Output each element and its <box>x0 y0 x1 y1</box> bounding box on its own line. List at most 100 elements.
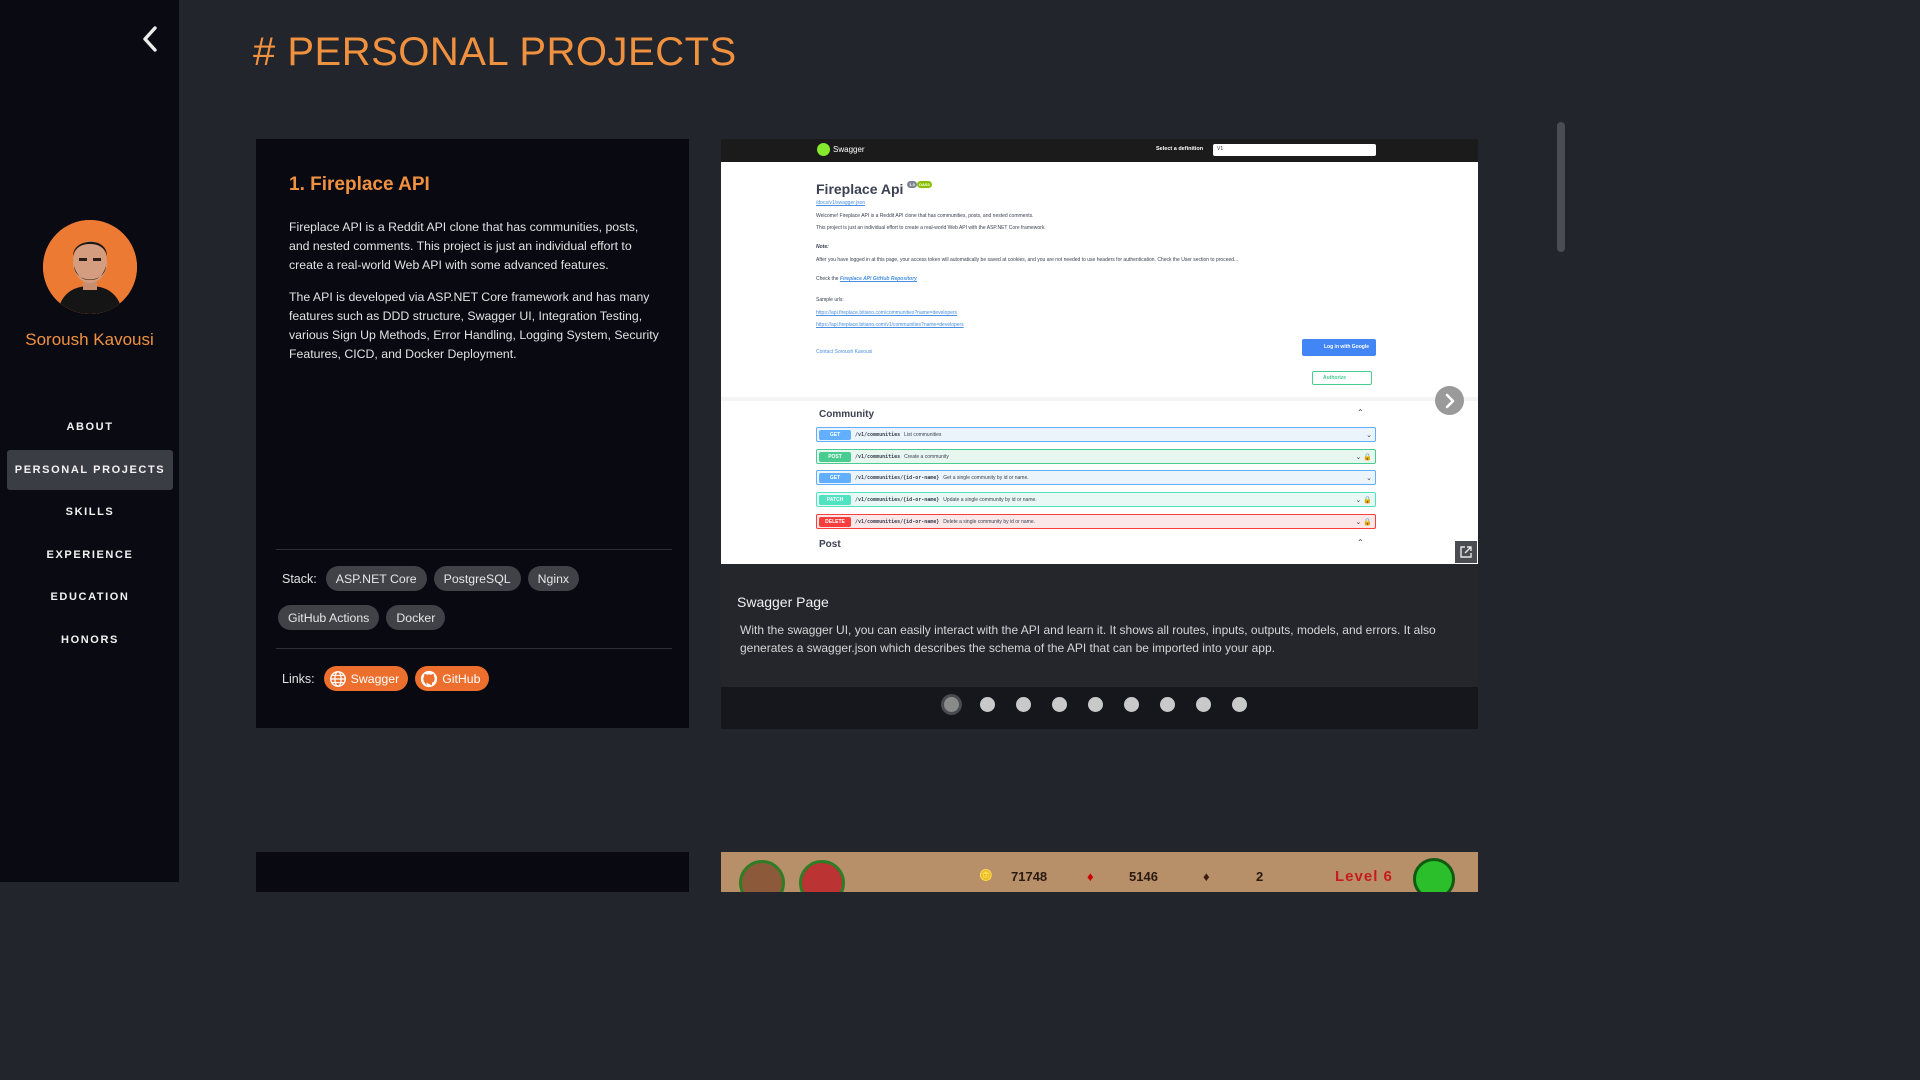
carousel-dot[interactable] <box>944 697 959 712</box>
stack-list: Stack: ASP.NET Core PostgreSQL Nginx Git… <box>278 566 678 644</box>
carousel-dot[interactable] <box>1124 697 1139 712</box>
op-method: POST <box>819 451 851 462</box>
op-method: GET <box>819 429 851 440</box>
op-desc: Create a community <box>904 453 949 460</box>
page-scrollbar[interactable] <box>1554 0 1568 882</box>
project-title: 1. Fireplace API <box>289 174 430 195</box>
op-desc: Get a single community by id or name. <box>943 474 1029 481</box>
op-desc: Delete a single community by id or name. <box>943 518 1036 525</box>
user-name: Soroush Kavousi <box>25 330 154 349</box>
nav-item-education[interactable]: EDUCATION <box>7 577 173 617</box>
globe-icon <box>329 670 346 687</box>
sample-url: https://api.fireplace.bitiano.com/commun… <box>816 310 958 316</box>
chevron-down-icon: ⌄ <box>1366 474 1372 482</box>
nav-item-honors[interactable]: HONORS <box>7 620 173 660</box>
swagger-band <box>721 397 1478 401</box>
swagger-section-title: Post <box>819 539 841 550</box>
swagger-api-title: Fireplace Api 1.0 OAS3 <box>816 181 932 197</box>
carousel-dot[interactable] <box>980 697 995 712</box>
op-path: /v1/communities/{id-or-name} <box>855 496 940 503</box>
fullscreen-button[interactable] <box>1455 541 1477 563</box>
links-row: Links: Swagger GitHub <box>278 666 496 691</box>
project-description: Fireplace API is a Reddit API clone that… <box>289 218 659 377</box>
swagger-welcome-2: This project is just an individual effor… <box>816 225 1046 231</box>
carousel-indicators <box>944 697 1247 712</box>
carousel-dot[interactable] <box>1160 697 1175 712</box>
swagger-operation: GET/v1/communities/{id-or-name} Get a sin… <box>816 470 1376 485</box>
slide-description: With the swagger UI, you can easily inte… <box>740 623 1436 655</box>
definition-label: Select a definition <box>1156 146 1204 152</box>
collapse-sidebar-button[interactable] <box>138 24 162 54</box>
github-icon <box>421 670 438 687</box>
swagger-operation: DELETE/v1/communities/{id-or-name} Delete… <box>816 514 1376 529</box>
divider <box>276 549 672 550</box>
op-desc: Update a single community by id or name. <box>943 496 1037 503</box>
contact-link: Contact Soroush Kavousi <box>816 349 873 355</box>
github-link-button[interactable]: GitHub <box>415 666 490 691</box>
carousel-dot[interactable] <box>1232 697 1247 712</box>
page-title: # PERSONAL PROJECTS <box>253 30 737 74</box>
swagger-link-button[interactable]: Swagger <box>323 666 409 691</box>
stack-chip[interactable]: GitHub Actions <box>278 605 380 630</box>
gem-icon: ♦ <box>1087 869 1094 884</box>
authorize-button: Authorize <box>1312 371 1372 385</box>
api-title-text: Fireplace Api <box>816 181 904 197</box>
screenshot-carousel: Swagger Select a definition V1 Fireplace… <box>721 139 1478 729</box>
slide-image: 🪙 71748 ♦ 5146 ♦ 2 Level 6 <box>721 852 1478 892</box>
carousel-dot[interactable] <box>1052 697 1067 712</box>
game-score: 71748 <box>1011 869 1048 884</box>
slide-title: Swagger Page <box>737 594 829 610</box>
swagger-logo: Swagger <box>817 143 865 156</box>
game-gems: 5146 <box>1129 869 1158 884</box>
lock-icon: ⌄ 🔒 <box>1355 496 1372 504</box>
stack-chip[interactable]: Nginx <box>527 566 580 591</box>
game-count: 2 <box>1256 869 1264 884</box>
swagger-json-link: /docs/v1/swagger.json <box>816 200 866 206</box>
stack-chip[interactable]: PostgreSQL <box>433 566 521 591</box>
stack-chip[interactable]: ASP.NET Core <box>325 566 427 591</box>
swagger-operation: POST/v1/communities Create a community ⌄ 🔒 <box>816 449 1376 464</box>
sample-url: https://api.fireplace.bitiano.com/v1/com… <box>816 322 964 328</box>
chevron-left-icon <box>143 26 157 52</box>
avatar <box>43 220 137 314</box>
swagger-operation: PATCH/v1/communities/{id-or-name} Update … <box>816 492 1376 507</box>
version-badge: 1.0 <box>907 181 917 188</box>
nav-item-skills[interactable]: SKILLS <box>7 492 173 532</box>
slide-image: Swagger Select a definition V1 Fireplace… <box>721 139 1478 564</box>
swagger-note-label: Note: <box>816 244 829 250</box>
coin-icon: 🪙 <box>979 870 993 882</box>
lock-icon: ⌄ 🔒 <box>1355 453 1372 461</box>
carousel-dot[interactable] <box>1088 697 1103 712</box>
swagger-logo-icon <box>817 143 830 156</box>
external-link-icon <box>1460 546 1472 558</box>
op-path: /v1/communities/{id-or-name} <box>855 518 940 525</box>
project-paragraph: The API is developed via ASP.NET Core fr… <box>289 290 659 361</box>
scrollbar-thumb[interactable] <box>1557 122 1565 252</box>
op-path: /v1/communities/{id-or-name} <box>855 474 940 481</box>
chevron-up-icon: ⌃ <box>1357 538 1364 547</box>
op-path: /v1/communities <box>855 453 901 460</box>
sample-label: Sample urls: <box>816 297 844 303</box>
stack-chip[interactable]: Docker <box>386 605 446 630</box>
chevron-down-icon: ⌄ <box>1366 431 1372 439</box>
nav-item-experience[interactable]: EXPERIENCE <box>7 535 173 575</box>
check-text: Check the <box>816 276 839 282</box>
carousel-dot[interactable] <box>1016 697 1031 712</box>
links-label: Links: <box>282 671 315 686</box>
op-method: GET <box>819 472 851 483</box>
swagger-link-label: Swagger <box>350 671 400 686</box>
sidebar-nav: ABOUT PERSONAL PROJECTS SKILLS EXPERIENC… <box>7 407 173 662</box>
carousel-dot[interactable] <box>1196 697 1211 712</box>
divider <box>276 648 672 649</box>
nav-item-personal-projects[interactable]: PERSONAL PROJECTS <box>7 449 173 490</box>
swagger-note: After you have logged in at this page, y… <box>816 257 1239 263</box>
carousel-next-button[interactable] <box>1435 386 1464 415</box>
definition-select: V1 <box>1213 144 1376 156</box>
chevron-up-icon: ⌃ <box>1357 408 1364 417</box>
swagger-section-title: Community <box>819 409 874 420</box>
nav-item-about[interactable]: ABOUT <box>7 407 173 447</box>
repo-link: Fireplace API GitHub Repository <box>839 276 917 282</box>
chevron-right-icon <box>1445 393 1454 408</box>
swagger-topbar: Swagger Select a definition V1 <box>721 139 1478 162</box>
game-level: Level 6 <box>1335 868 1393 885</box>
